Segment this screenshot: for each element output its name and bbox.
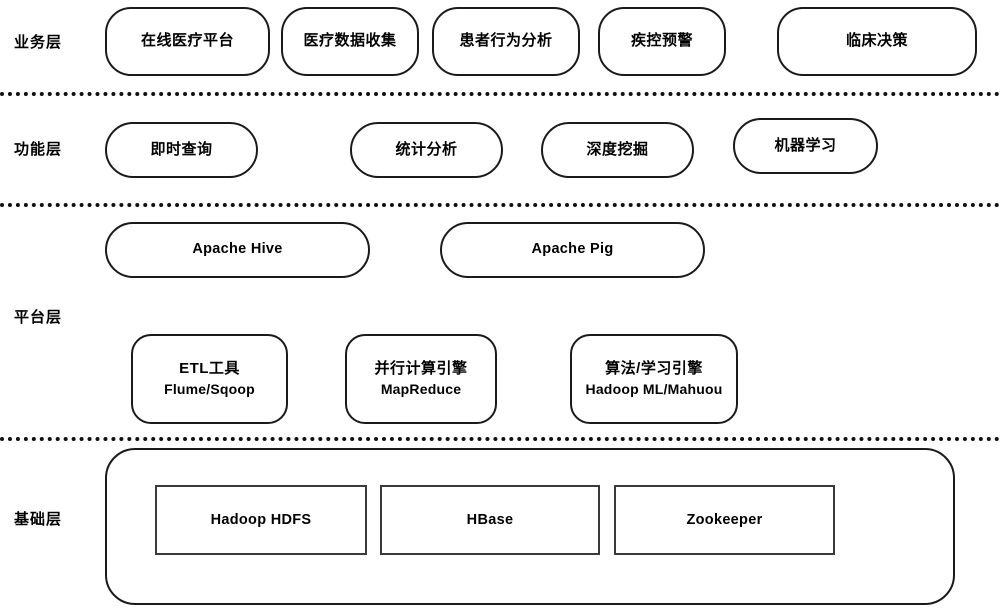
business-node-patient-behavior-analysis[interactable]: 患者行为分析 xyxy=(432,7,580,76)
business-node-disease-control-warning[interactable]: 疾控预警 xyxy=(598,7,726,76)
function-node-deep-mining[interactable]: 深度挖掘 xyxy=(541,122,694,178)
layer-label-function: 功能层 xyxy=(14,141,63,158)
business-node-online-medical-platform[interactable]: 在线医疗平台 xyxy=(105,7,270,76)
divider-function-platform xyxy=(0,203,1000,207)
divider-business-function xyxy=(0,92,1000,96)
function-node-instant-query[interactable]: 即时查询 xyxy=(105,122,258,178)
node-label: 统计分析 xyxy=(395,140,458,158)
node-label-cn: ETL工具 xyxy=(179,360,240,378)
node-label-en: Flume/Sqoop xyxy=(164,380,255,397)
infrastructure-node-hadoop-hdfs[interactable]: Hadoop HDFS xyxy=(155,485,367,555)
node-label: 深度挖掘 xyxy=(586,140,649,158)
layer-label-platform: 平台层 xyxy=(14,309,63,326)
node-label: 患者行为分析 xyxy=(459,32,553,50)
node-label: Apache Hive xyxy=(192,241,283,258)
node-label-cn: 并行计算引擎 xyxy=(374,360,468,378)
node-label: 疾控预警 xyxy=(630,32,693,50)
function-node-statistical-analysis[interactable]: 统计分析 xyxy=(350,122,503,178)
function-node-machine-learning[interactable]: 机器学习 xyxy=(733,118,878,174)
node-label-cn: 算法/学习引擎 xyxy=(605,360,703,378)
platform-node-algorithm-learning-engine[interactable]: 算法/学习引擎 Hadoop ML/Mahuou xyxy=(570,334,738,424)
infrastructure-node-hbase[interactable]: HBase xyxy=(380,485,600,555)
node-label-en: MapReduce xyxy=(380,380,462,397)
node-label: 即时查询 xyxy=(150,140,213,158)
infrastructure-node-zookeeper[interactable]: Zookeeper xyxy=(614,485,835,555)
architecture-diagram: 业务层 在线医疗平台 医疗数据收集 患者行为分析 疾控预警 临床决策 功能层 即… xyxy=(0,0,1000,609)
node-label: Apache Pig xyxy=(531,241,614,258)
node-label-en: Hadoop ML/Mahuou xyxy=(585,380,723,397)
platform-node-etl-tool[interactable]: ETL工具 Flume/Sqoop xyxy=(131,334,288,424)
infrastructure-container: Hadoop HDFS HBase Zookeeper xyxy=(105,448,955,605)
divider-platform-infrastructure xyxy=(0,437,1000,441)
platform-node-parallel-compute-engine[interactable]: 并行计算引擎 MapReduce xyxy=(345,334,497,424)
platform-node-apache-hive[interactable]: Apache Hive xyxy=(105,222,370,278)
business-node-medical-data-collection[interactable]: 医疗数据收集 xyxy=(281,7,419,76)
business-node-clinical-decision[interactable]: 临床决策 xyxy=(777,7,977,76)
layer-label-business: 业务层 xyxy=(14,34,63,51)
node-label: 临床决策 xyxy=(845,32,908,50)
platform-node-apache-pig[interactable]: Apache Pig xyxy=(440,222,705,278)
node-label: 在线医疗平台 xyxy=(140,32,234,50)
node-label: 机器学习 xyxy=(774,136,837,154)
node-label: 医疗数据收集 xyxy=(303,32,397,50)
node-label: HBase xyxy=(466,512,514,528)
layer-label-infrastructure: 基础层 xyxy=(14,511,63,528)
node-label: Hadoop HDFS xyxy=(210,512,312,528)
node-label: Zookeeper xyxy=(686,512,763,528)
